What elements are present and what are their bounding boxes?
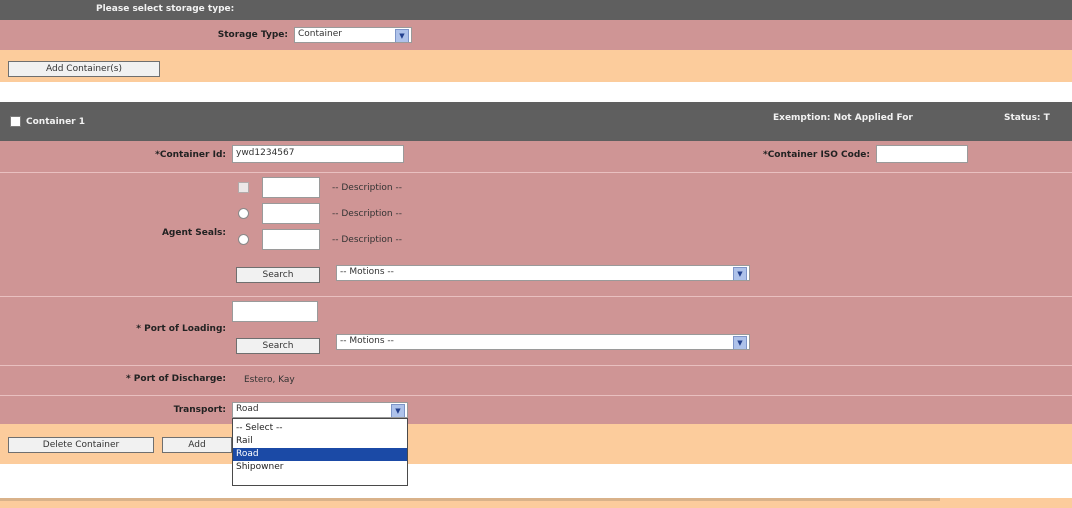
seal-1-description: -- Description -- [332,183,402,193]
seal-1-input[interactable] [262,177,320,198]
transport-option[interactable]: Shipowner [233,461,407,474]
container-status: Status: T [1004,113,1050,123]
port-select[interactable]: -- Motions -- ▼ [336,334,750,350]
container-id-input[interactable]: ywd1234567 [232,145,404,163]
container-header-title: Container 1 [26,117,86,127]
chevron-down-icon: ▼ [733,267,747,280]
transport-option[interactable]: -- Select -- [233,422,407,435]
container-id-label: *Container Id: [155,150,226,160]
seal-1-checkbox[interactable] [238,182,249,193]
transport-select-value: Road [236,404,259,414]
transport-dropdown-list[interactable]: -- Select -- Rail Road Shipowner [232,418,408,486]
seal-2-radio[interactable] [238,208,249,219]
agent-select[interactable]: -- Motions -- ▼ [336,265,750,281]
storage-header-text: Please select storage type: [96,4,235,14]
delete-container-button[interactable]: Delete Container [8,437,154,453]
storage-type-select[interactable]: Container ▼ [294,27,412,43]
port-of-loading-label: * Port of Loading: [136,324,226,334]
chevron-down-icon: ▼ [391,404,405,417]
chevron-down-icon: ▼ [395,29,409,42]
seal-2-input[interactable] [262,203,320,224]
exemption-status: Exemption: Not Applied For [773,113,913,123]
port-select-value: -- Motions -- [340,336,394,346]
container-select-checkbox[interactable] [10,116,21,127]
port-search-button[interactable]: Search [236,338,320,354]
seal-2-description: -- Description -- [332,209,402,219]
seal-3-radio[interactable] [238,234,249,245]
agent-search-button[interactable]: Search [236,267,320,283]
agent-seals-label: Agent Seals: [161,228,226,238]
agent-select-value: -- Motions -- [340,267,394,277]
transport-option[interactable]: Rail [233,435,407,448]
seal-3-input[interactable] [262,229,320,250]
iso-code-input[interactable] [876,145,968,163]
add-container-button[interactable]: Add Container(s) [8,61,160,77]
add-container-row [0,50,1072,82]
chevron-down-icon: ▼ [733,336,747,349]
seal-3-description: -- Description -- [332,235,402,245]
container-actions-row [0,424,1072,464]
storage-type-label: Storage Type: [217,30,288,40]
transport-select[interactable]: Road ▼ [232,402,408,418]
bottom-tab-strip-shadow [0,498,940,501]
port-of-discharge-label: * Port of Discharge: [125,374,226,384]
storage-type-value: Container [298,29,342,39]
add-button[interactable]: Add [162,437,232,453]
transport-label: Transport: [173,405,226,415]
iso-code-label: *Container ISO Code: [763,150,870,160]
transport-option[interactable]: Road [233,448,407,461]
port-of-discharge-value: Estero, Kay [244,375,295,385]
port-of-loading-input[interactable] [232,301,318,322]
